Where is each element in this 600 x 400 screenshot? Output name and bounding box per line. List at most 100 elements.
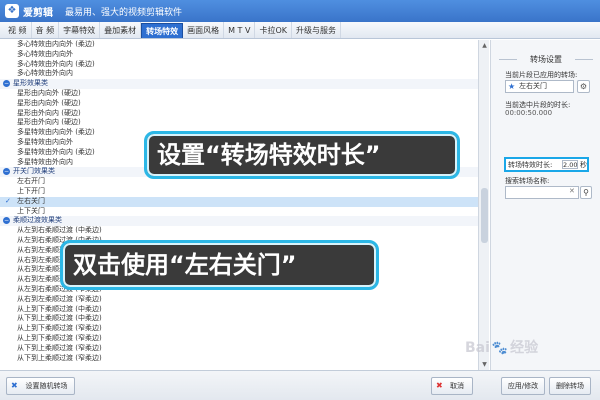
list-item-label: 多心特效由内向外 (柔边) (17, 40, 95, 48)
list-item-label: 星形由外向内 (硬边) (17, 108, 81, 117)
gear-icon: ⚙ (579, 82, 588, 91)
watermark-left-text: Bai (465, 340, 490, 356)
list-item[interactable]: 从下到上柔顺过渡 (中柔边) (0, 314, 478, 324)
list-item-label: 上下关门 (17, 206, 45, 215)
watermark-right-text: 经验 (510, 340, 539, 356)
list-item-label: 多星特效由内向外 (柔边) (17, 128, 95, 137)
list-item-label: 从上到下柔顺过渡 (中柔边) (17, 304, 102, 313)
list-item-label: 多心特效由内向外 (17, 49, 73, 58)
list-item[interactable]: 星形由外向内 (硬边) (0, 118, 478, 128)
shuffle-icon: ✖ (11, 381, 18, 390)
list-item[interactable]: 从左到右柔顺过渡 (中柔边) (0, 226, 478, 236)
list-item[interactable]: 多心特效由内向外 (0, 50, 478, 60)
tab-4[interactable]: 转场特效 (141, 23, 184, 38)
list-item[interactable]: 从上到下柔顺过渡 (窄柔边) (0, 324, 478, 334)
duration-unit: 秒 (580, 161, 587, 169)
app-slogan: 最易用、强大的视频剪辑软件 (65, 7, 183, 18)
list-item[interactable]: 多心特效由外向内 (0, 69, 478, 79)
list-item[interactable]: 上下开门 (0, 187, 478, 197)
list-item-label: 星形由内向外 (硬边) (17, 88, 81, 97)
list-item-label: 开关门效果类 (13, 167, 55, 176)
cancel-button[interactable]: ✖ 取消 (431, 377, 473, 395)
transition-duration-label: 转场特效时长: (508, 161, 553, 169)
selected-clip-duration-value: 00:00:50.000 (505, 109, 553, 117)
list-item[interactable]: 从右到左柔顺过渡 (窄柔边) (0, 295, 478, 305)
collapse-icon[interactable]: − (3, 167, 10, 175)
apply-modify-button[interactable]: 应用/修改 (501, 377, 545, 395)
search-transition-label: 搜索转场名称: (505, 177, 550, 185)
list-item-label: 上下开门 (17, 186, 45, 195)
main-tab-bar: 视 频音 频字幕特效 叠加素材 转场特效 画面风格 M T V 卡拉OK 升级与服务 (0, 22, 600, 39)
search-icon: ⚲ (583, 188, 589, 197)
list-item-label: 从右到左柔顺过渡 (窄柔边) (17, 294, 102, 303)
transition-settings-button[interactable]: ⚙ (577, 80, 590, 93)
list-item-label: 星形由外向内 (硬边) (17, 118, 81, 127)
list-item[interactable]: 从上到下柔顺过渡 (中柔边) (0, 305, 478, 315)
tab-1[interactable]: 音 频 (32, 22, 60, 38)
tab-8[interactable]: 升级与服务 (292, 22, 341, 38)
tab-2[interactable]: 字幕特效 (59, 22, 101, 38)
cancel-label: 取消 (450, 382, 464, 390)
list-item-label: 从下到上柔顺过渡 (窄柔边) (17, 353, 102, 362)
list-item[interactable]: 星形由外向内 (硬边) (0, 109, 478, 119)
list-item[interactable]: 上下关门 (0, 207, 478, 217)
panel-title: 转场设置 (491, 54, 600, 65)
list-item-label: 多心特效由外向内 (17, 69, 73, 78)
list-item-label: 多星特效由内向外 (17, 137, 73, 146)
list-item-label: 从下到上柔顺过渡 (中柔边) (17, 314, 102, 323)
list-item[interactable]: 多心特效由内向外 (柔边) (0, 40, 478, 50)
set-random-transition-button[interactable]: ✖ 设置随机转场 (6, 377, 75, 395)
tab-6[interactable]: M T V (224, 22, 256, 38)
cancel-icon: ✖ (436, 381, 443, 390)
list-item-label: 左右关门 (17, 196, 45, 205)
transition-duration-group: 转场特效时长: 2.00 秒 (504, 157, 589, 172)
list-item-label: 星形效果类 (13, 79, 48, 88)
list-scrollbar[interactable]: ▲ ▼ (478, 40, 489, 370)
tab-7[interactable]: 卡拉OK (255, 22, 292, 38)
list-group-header[interactable]: − 星形效果类 (0, 79, 478, 89)
bottom-toolbar: ✖ 设置随机转场 ✖ 取消 应用/修改 删除转场 (0, 370, 600, 400)
set-duration-callout: 设置“转场特效时长” (144, 131, 460, 179)
list-item[interactable]: 从上到下柔顺过渡 (窄柔边) (0, 334, 478, 344)
app-name: 爱剪辑 (23, 7, 53, 19)
collapse-icon[interactable]: − (3, 216, 10, 224)
title-bar: ❖ 爱剪辑 最易用、强大的视频剪辑软件 (0, 0, 600, 22)
collapse-icon[interactable]: − (3, 79, 10, 87)
list-item-label: 星形由内向外 (硬边) (17, 98, 81, 107)
scroll-thumb[interactable] (481, 188, 488, 243)
applied-transition-label: 当前片段已应用的转场: (505, 71, 578, 79)
applied-transition-value: 左右关门 (519, 82, 547, 90)
list-item[interactable]: 从下到上柔顺过渡 (窄柔边) (0, 354, 478, 364)
app-logo-icon: ❖ (5, 4, 19, 18)
list-item-label: 从上到下柔顺过渡 (窄柔边) (17, 324, 102, 333)
list-item-label: 从下到上柔顺过渡 (窄柔边) (17, 343, 102, 352)
scroll-up-icon[interactable]: ▲ (480, 41, 489, 50)
list-item-label: 从上到下柔顺过渡 (窄柔边) (17, 333, 102, 342)
star-icon: ★ (508, 82, 516, 91)
list-item-label: 左右开门 (17, 177, 45, 186)
list-item[interactable]: 多心特效由外向内 (柔边) (0, 60, 478, 70)
set-random-transition-label: 设置随机转场 (25, 382, 68, 390)
baidu-watermark: Bai 🐾 经验 (465, 337, 538, 357)
tab-5[interactable]: 画面风格 (183, 22, 225, 38)
list-item[interactable]: 从下到上柔顺过渡 (窄柔边) (0, 344, 478, 354)
list-group-header[interactable]: − 柔顺过渡效果类 (0, 216, 478, 227)
list-item-label: 多心特效由外向内 (柔边) (17, 59, 95, 68)
list-item[interactable]: 左右关门 (0, 196, 478, 207)
list-item[interactable]: 星形由内向外 (硬边) (0, 99, 478, 109)
search-transition-input[interactable] (505, 186, 579, 199)
list-item[interactable]: 星形由内向外 (硬边) (0, 89, 478, 99)
list-item-label: 柔顺过渡效果类 (13, 216, 62, 225)
delete-transition-button[interactable]: 删除转场 (549, 377, 591, 395)
tab-0[interactable]: 视 频 (4, 22, 32, 38)
transition-settings-panel: 转场设置 当前片段已应用的转场: ★ 左右关门 ⚙ 当前选中片段的时长: 00:… (490, 40, 600, 370)
search-button[interactable]: ⚲ (580, 186, 592, 199)
list-item-label: 多星特效由外向内 (柔边) (17, 147, 95, 156)
double-click-callout: 双击使用“左右关门” (60, 240, 379, 290)
tab-3[interactable]: 叠加素材 (100, 22, 142, 38)
paw-icon: 🐾 (491, 341, 509, 356)
list-item-label: 从左到右柔顺过渡 (中柔边) (17, 226, 102, 235)
transition-duration-input[interactable]: 2.00 (562, 160, 578, 169)
transition-list[interactable]: 多心特效由内向外 (柔边) 多心特效由内向外 多心特效由外向内 (柔边) 多心特效由外… (0, 40, 478, 370)
scroll-down-icon[interactable]: ▼ (480, 360, 489, 369)
